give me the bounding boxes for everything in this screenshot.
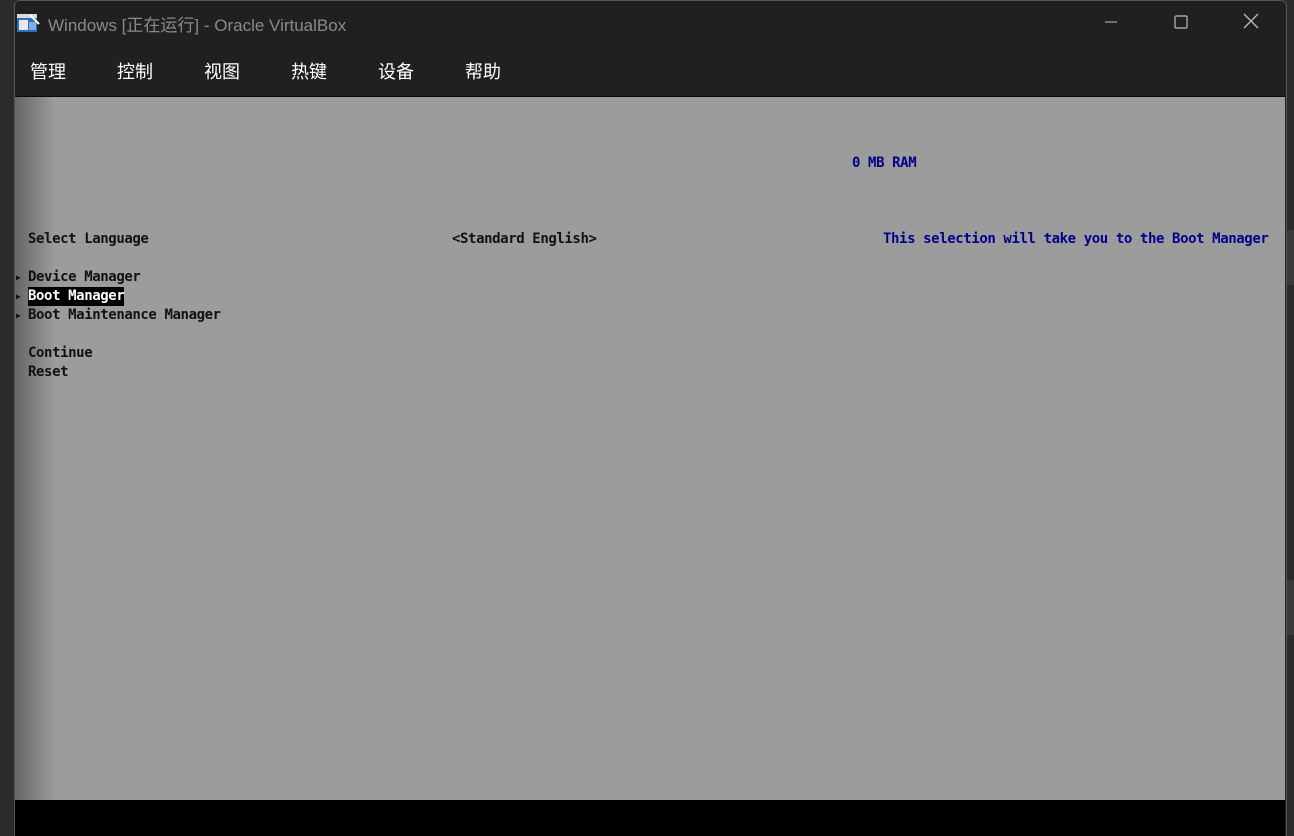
submenu-arrow-icon: ▶ bbox=[16, 311, 21, 320]
menu-view[interactable]: 视图 bbox=[204, 58, 276, 84]
vm-display[interactable]: 0 MB RAM Select Language <Standard Engli… bbox=[15, 97, 1285, 800]
language-selector[interactable]: <Standard English> bbox=[452, 230, 597, 249]
menu-help[interactable]: 帮助 bbox=[465, 58, 537, 84]
menu-bar: 管理 控制 视图 热键 设备 帮助 bbox=[15, 45, 1286, 97]
menu-hotkeys[interactable]: 热键 bbox=[291, 58, 363, 84]
submenu-arrow-icon: ▶ bbox=[16, 273, 21, 282]
select-language-label: Select Language bbox=[28, 231, 149, 247]
maximize-icon bbox=[1174, 14, 1188, 33]
desktop: Windows [正在运行] - Oracle VirtualBox 管理 控制 bbox=[0, 0, 1294, 836]
continue-option[interactable]: Continue bbox=[28, 344, 93, 363]
window-title: Windows [正在运行] - Oracle VirtualBox bbox=[48, 15, 347, 35]
menu-boot-manager[interactable]: Boot Manager bbox=[28, 287, 125, 306]
virtualbox-app-icon bbox=[16, 11, 40, 35]
help-text: This selection will take you to the Boot… bbox=[883, 231, 1269, 247]
menu-control[interactable]: 控制 bbox=[117, 58, 189, 84]
menu-devices[interactable]: 设备 bbox=[378, 58, 450, 84]
close-button[interactable] bbox=[1216, 1, 1286, 45]
maximize-button[interactable] bbox=[1146, 1, 1216, 45]
reset-option[interactable]: Reset bbox=[28, 363, 69, 382]
menu-manage[interactable]: 管理 bbox=[30, 58, 102, 84]
submenu-arrow-icon: ▶ bbox=[16, 292, 21, 301]
close-icon bbox=[1243, 13, 1259, 33]
menu-device-manager[interactable]: Device Manager bbox=[28, 268, 141, 287]
minimize-button[interactable] bbox=[1076, 1, 1146, 45]
minimize-icon bbox=[1104, 14, 1118, 33]
title-bar[interactable]: Windows [正在运行] - Oracle VirtualBox bbox=[15, 1, 1286, 45]
menu-boot-maintenance-manager[interactable]: Boot Maintenance Manager bbox=[28, 306, 221, 325]
ram-info: 0 MB RAM bbox=[852, 155, 917, 171]
virtualbox-window: Windows [正在运行] - Oracle VirtualBox 管理 控制 bbox=[14, 0, 1287, 836]
vm-display-bottom bbox=[15, 800, 1285, 836]
